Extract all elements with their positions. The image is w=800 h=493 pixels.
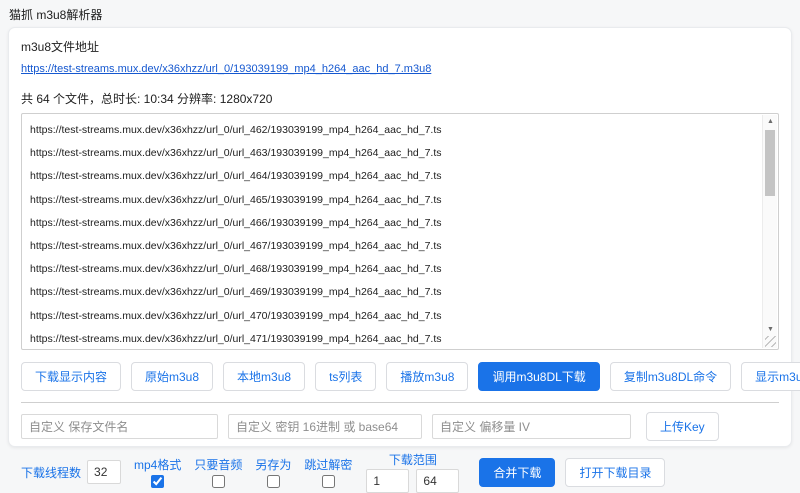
page-title: 猫抓 m3u8解析器 xyxy=(9,8,103,22)
invoke-m3u8dl-download-button[interactable]: 调用m3u8DL下载 xyxy=(478,362,600,391)
mp4-format-checkbox[interactable] xyxy=(151,475,165,488)
ts-list-button[interactable]: ts列表 xyxy=(315,362,377,391)
threads-input[interactable] xyxy=(87,460,122,484)
save-as-checkbox[interactable] xyxy=(266,475,280,488)
save-as-label: 另存为 xyxy=(255,458,292,472)
mp4-format-label: mp4格式 xyxy=(134,458,182,472)
threads-label: 下载线程数 xyxy=(21,465,82,480)
ts-url-line: https://test-streams.mux.dev/x36xhzz/url… xyxy=(30,170,442,183)
original-m3u8-button[interactable]: 原始m3u8 xyxy=(131,362,214,391)
textarea-resize-grip-icon[interactable] xyxy=(765,336,776,347)
ts-url-line: https://test-streams.mux.dev/x36xhzz/url… xyxy=(30,263,442,276)
open-download-dir-button[interactable]: 打开下载目录 xyxy=(565,457,666,487)
audio-only-group: 只要音频 xyxy=(194,456,242,488)
download-range-label: 下载范围 xyxy=(388,453,437,467)
ts-url-line: https://test-streams.mux.dev/x36xhzz/url… xyxy=(30,309,442,322)
copy-m3u8dl-command-button[interactable]: 复制m3u8DL命令 xyxy=(609,362,732,391)
save-as-group: 另存为 xyxy=(255,456,291,488)
skip-decrypt-label: 跳过解密 xyxy=(304,458,353,472)
m3u8-url-label: m3u8文件地址 xyxy=(21,40,100,54)
filename-input[interactable] xyxy=(21,414,218,439)
ts-url-line: https://test-streams.mux.dev/x36xhzz/url… xyxy=(30,124,442,136)
scroll-up-icon[interactable]: ▲ xyxy=(763,115,778,128)
scrollbar-thumb[interactable] xyxy=(765,130,775,196)
iv-input[interactable] xyxy=(432,414,631,439)
ts-url-line: https://test-streams.mux.dev/x36xhzz/url… xyxy=(30,216,442,229)
download-range-group: 下载范围 xyxy=(366,451,460,493)
ts-url-line: https://test-streams.mux.dev/x36xhzz/url… xyxy=(30,193,442,206)
mp4-format-group: mp4格式 xyxy=(134,456,181,488)
divider xyxy=(21,402,779,403)
audio-only-checkbox[interactable] xyxy=(211,475,225,488)
ts-url-line: https://test-streams.mux.dev/x36xhzz/url… xyxy=(30,147,442,160)
ts-list-textarea[interactable]: https://test-streams.mux.dev/x36xhzz/url… xyxy=(21,113,779,350)
download-settings-row: 下载线程数 mp4格式 只要音频 另存为 跳过解密 下载范围 合并下载 打开下载… xyxy=(21,451,779,493)
show-m3u8dl-command-button[interactable]: 显示m3u8DL命令 xyxy=(741,362,800,391)
textarea-scrollbar[interactable]: ▲ ▼ xyxy=(762,115,777,348)
upload-key-button[interactable]: 上传Key xyxy=(646,412,719,441)
key-input[interactable] xyxy=(228,414,422,439)
toolbar: 下载显示内容 原始m3u8 本地m3u8 ts列表 播放m3u8 调用m3u8D… xyxy=(21,362,800,391)
ts-url-line: https://test-streams.mux.dev/x36xhzz/url… xyxy=(30,286,442,299)
parser-panel: m3u8文件地址 https://test-streams.mux.dev/x3… xyxy=(8,27,800,493)
play-m3u8-button[interactable]: 播放m3u8 xyxy=(386,362,469,391)
range-inputs xyxy=(366,469,460,493)
audio-only-label: 只要音频 xyxy=(194,458,243,472)
range-end-input[interactable] xyxy=(416,469,460,493)
custom-options-row: 上传Key xyxy=(21,412,779,441)
merge-download-button[interactable]: 合并下载 xyxy=(479,457,556,487)
range-start-input[interactable] xyxy=(366,469,410,493)
download-displayed-content-button[interactable]: 下载显示内容 xyxy=(21,362,122,391)
skip-decrypt-group: 跳过解密 xyxy=(304,456,352,488)
ts-url-line: https://test-streams.mux.dev/x36xhzz/url… xyxy=(30,240,442,253)
file-count-info: 共 64 个文件，总时长: 10:34 分辨率: 1280x720 xyxy=(21,92,273,106)
m3u8-url-link[interactable]: https://test-streams.mux.dev/x36xhzz/url… xyxy=(21,63,431,75)
ts-url-line: https://test-streams.mux.dev/x36xhzz/url… xyxy=(30,332,442,345)
scroll-down-icon[interactable]: ▼ xyxy=(763,323,778,336)
local-m3u8-button[interactable]: 本地m3u8 xyxy=(223,362,306,391)
skip-decrypt-checkbox[interactable] xyxy=(321,475,335,488)
